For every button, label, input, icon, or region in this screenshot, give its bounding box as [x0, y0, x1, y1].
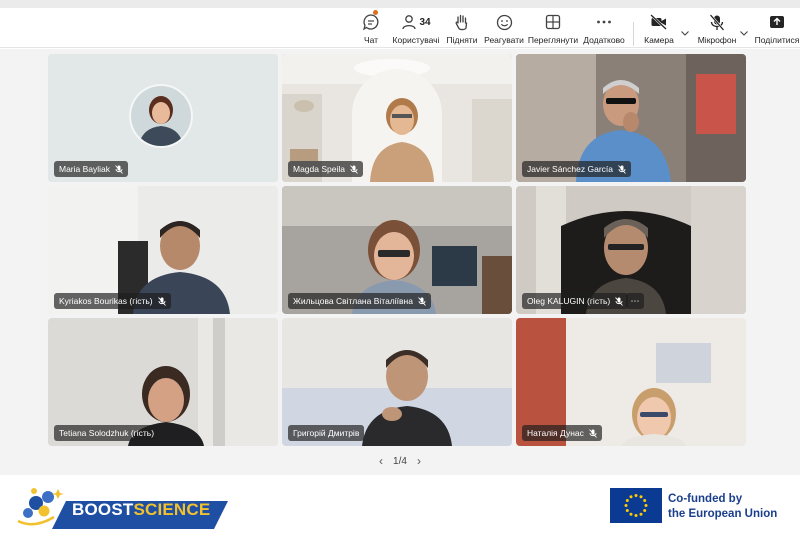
toolbar-divider [633, 22, 634, 46]
chevron-down-icon [681, 30, 689, 36]
window-top-strip [0, 0, 800, 8]
chat-button[interactable]: Чат [358, 12, 384, 48]
ellipsis-icon: ⋯ [630, 295, 640, 306]
chevron-right-icon[interactable]: › [417, 454, 421, 468]
mic-muted-icon [589, 428, 597, 438]
name-tag: Maria Bayliak [54, 161, 129, 177]
page-indicator: 1/4 [393, 455, 407, 467]
hand-icon [454, 12, 470, 32]
name-tag: Javier Sánchez García [522, 161, 631, 177]
people-label: Користувачі [392, 35, 440, 45]
participant-name: Жильцова Світлана Віталіївна [293, 296, 413, 306]
view-label: Переглянути [527, 35, 579, 45]
mic-muted-icon [115, 164, 123, 174]
gallery-pager: ‹ 1/4 › [0, 454, 800, 468]
share-screen-icon [769, 12, 785, 32]
participant-more-button[interactable]: ⋯ [626, 293, 644, 309]
participant-tile[interactable]: Григорій Дмитрів [282, 318, 512, 446]
grid-view-icon [545, 12, 561, 32]
mic-options-chevron[interactable] [739, 28, 749, 38]
participant-tile[interactable]: Oleg KALUGIN (гість) ⋯ [516, 186, 746, 314]
participant-name: Oleg KALUGIN (гість) [527, 296, 611, 306]
name-tag: Григорій Дмитрів [288, 425, 365, 441]
participant-tile[interactable]: Kyriakos Bourikas (гість) [48, 186, 278, 314]
view-button[interactable]: Переглянути [528, 12, 578, 48]
name-tag: Жильцова Світлана Віталіївна [288, 293, 431, 309]
participant-name: Kyriakos Bourikas (гість) [59, 296, 153, 306]
participant-tile[interactable]: Javier Sánchez García [516, 54, 746, 182]
mic-muted-icon [418, 296, 426, 306]
eu-cofunded-text: Co-funded by the European Union [668, 492, 777, 522]
participant-name: Javier Sánchez García [527, 164, 613, 174]
participant-tile[interactable]: Жильцова Світлана Віталіївна [282, 186, 512, 314]
chat-icon [362, 12, 380, 32]
chevron-down-icon [740, 30, 748, 36]
participant-name: Magda Speila [293, 164, 345, 174]
video-stage: Maria Bayliak Magda Speila Javier Sánche… [0, 49, 800, 475]
mic-muted-icon [157, 296, 166, 306]
mic-toggle-button[interactable]: Мікрофон [696, 12, 738, 48]
name-tag: Oleg KALUGIN (гість) [522, 293, 629, 309]
people-button[interactable]: 34 Користувачі [393, 12, 439, 48]
people-count: 34 [419, 16, 431, 28]
mic-off-icon [709, 12, 725, 32]
people-icon [402, 15, 417, 30]
participant-tile-active-speaker[interactable]: Magda Speila [282, 54, 512, 182]
participant-tile[interactable]: Наталія Дунас [516, 318, 746, 446]
meeting-toolbar: Чат 34 Користувачі Підняти Реагувати Пер… [0, 8, 800, 48]
mic-label: Мікрофон [697, 35, 737, 45]
smiley-icon [496, 12, 513, 32]
boostscience-wordmark: BOOSTSCIENCE [72, 500, 211, 519]
branding-footer: BOOSTSCIENCE Co-funded by the European U… [0, 475, 800, 540]
name-tag: Tetiana Solodzhuk (гість) [54, 425, 160, 441]
camera-options-chevron[interactable] [680, 28, 690, 38]
mic-muted-icon [618, 164, 626, 174]
react-label: Реагувати [484, 35, 524, 45]
name-tag: Magda Speila [288, 161, 363, 177]
react-button[interactable]: Реагувати [484, 12, 524, 48]
eu-flag-logo [610, 488, 662, 523]
camera-off-icon [650, 12, 668, 32]
share-label: Поділитися [754, 35, 800, 45]
chat-notification-dot [373, 10, 378, 15]
eu-text-line-2: the European Union [668, 508, 778, 520]
more-actions-button[interactable]: Додатково [582, 12, 626, 48]
raise-hand-button[interactable]: Підняти [446, 12, 478, 48]
more-actions-label: Додатково [583, 35, 625, 45]
chat-label: Чат [363, 35, 379, 45]
eu-text-line-1: Co-funded by [668, 493, 743, 505]
share-button[interactable]: Поділитися [754, 12, 800, 48]
camera-label: Камера [644, 35, 674, 45]
name-tag: Наталія Дунас [522, 425, 602, 441]
camera-toggle-button[interactable]: Камера [643, 12, 675, 48]
chevron-left-icon[interactable]: ‹ [379, 454, 383, 468]
mic-muted-icon [350, 164, 358, 174]
name-tag: Kyriakos Bourikas (гість) [54, 293, 171, 309]
participant-name: Tetiana Solodzhuk (гість) [59, 428, 155, 438]
participant-tile[interactable]: Tetiana Solodzhuk (гість) [48, 318, 278, 446]
mic-muted-icon [615, 296, 624, 306]
participant-name: Наталія Дунас [527, 428, 584, 438]
participant-name: Maria Bayliak [59, 164, 111, 174]
ellipsis-icon [596, 12, 612, 32]
participant-name: Григорій Дмитрів [293, 428, 360, 438]
participant-tile[interactable]: Maria Bayliak [48, 54, 278, 182]
raise-hand-label: Підняти [446, 35, 478, 45]
